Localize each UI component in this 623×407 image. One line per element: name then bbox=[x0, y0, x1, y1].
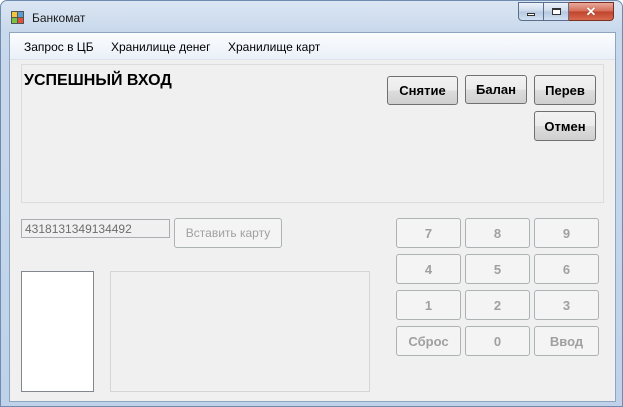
keypad-key-7[interactable]: 7 bbox=[396, 218, 461, 248]
balance-button[interactable]: Балан bbox=[465, 75, 527, 104]
keypad-key-2[interactable]: 2 bbox=[465, 290, 530, 320]
close-icon: ✕ bbox=[585, 4, 597, 19]
maximize-icon bbox=[551, 8, 561, 15]
menu-item-cb-request[interactable]: Запрос в ЦБ bbox=[24, 40, 94, 54]
caption-buttons: ✕ bbox=[518, 2, 614, 21]
status-message: УСПЕШНЫЙ ВХОД bbox=[24, 72, 172, 89]
menu-bar: Запрос в ЦБ Хранилище денег Хранилище ка… bbox=[10, 33, 615, 60]
minimize-icon bbox=[527, 13, 535, 16]
menu-item-card-storage[interactable]: Хранилище карт bbox=[228, 40, 320, 54]
insert-card-button[interactable]: Вставить карту bbox=[174, 218, 282, 248]
minimize-button[interactable] bbox=[518, 2, 544, 21]
keypad-key-1[interactable]: 1 bbox=[396, 290, 461, 320]
keypad-key-0[interactable]: 0 bbox=[465, 326, 530, 356]
maximize-button[interactable] bbox=[544, 2, 569, 21]
card-slot-panel bbox=[21, 271, 94, 392]
transfer-button[interactable]: Перев bbox=[534, 75, 596, 105]
withdraw-button[interactable]: Снятие bbox=[387, 76, 458, 105]
window-title: Банкомат bbox=[32, 11, 86, 25]
keypad-key-5[interactable]: 5 bbox=[465, 254, 530, 284]
keypad-enter-button[interactable]: Ввод bbox=[534, 326, 599, 356]
keypad-key-4[interactable]: 4 bbox=[396, 254, 461, 284]
title-bar[interactable]: Банкомат ✕ bbox=[1, 1, 622, 32]
keypad-key-9[interactable]: 9 bbox=[534, 218, 599, 248]
cancel-button[interactable]: Отмен bbox=[534, 111, 596, 141]
app-icon bbox=[11, 11, 25, 24]
card-number-field[interactable]: 4318131349134492 bbox=[21, 219, 170, 238]
app-window: Банкомат ✕ Запрос в ЦБ Хранилище денег Х… bbox=[0, 0, 623, 407]
keypad-key-3[interactable]: 3 bbox=[534, 290, 599, 320]
menu-item-money-storage[interactable]: Хранилище денег bbox=[111, 40, 211, 54]
keypad-key-8[interactable]: 8 bbox=[465, 218, 530, 248]
close-button[interactable]: ✕ bbox=[569, 2, 614, 21]
keypad-key-6[interactable]: 6 bbox=[534, 254, 599, 284]
receipt-panel bbox=[110, 271, 370, 392]
form-client-area: Запрос в ЦБ Хранилище денег Хранилище ка… bbox=[9, 32, 616, 402]
keypad-reset-button[interactable]: Сброс bbox=[396, 326, 461, 356]
